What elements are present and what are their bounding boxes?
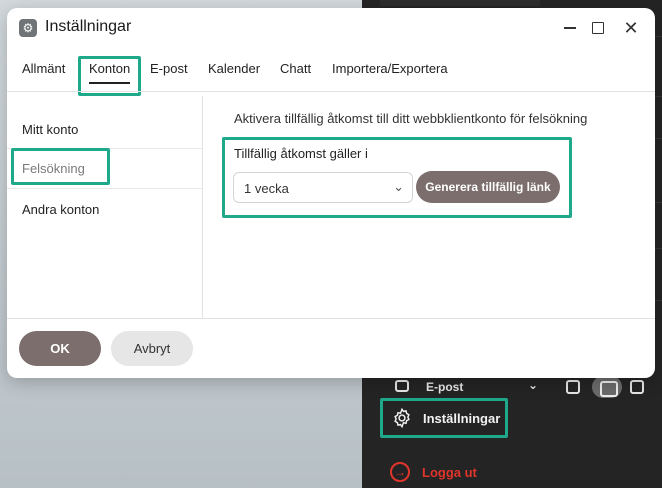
footer-divider [7, 318, 655, 319]
tab-konton[interactable]: Konton [78, 56, 142, 96]
tab-allmant[interactable]: Allmänt [22, 56, 65, 96]
list-icon[interactable] [630, 380, 644, 394]
settings-menu-item[interactable]: Inställningar [380, 398, 508, 438]
ok-button[interactable]: OK [19, 331, 101, 366]
maximize-icon [592, 22, 604, 34]
tab-bar: Allmänt Konton E-post Kalender Chatt Imp… [7, 56, 655, 96]
dialog-titlebar: ⚙ Inställningar ✕ [7, 8, 655, 48]
logout-menu-item[interactable]: → Logga ut [390, 462, 477, 482]
maximize-button[interactable] [586, 16, 610, 40]
sidebar-item-andra-konton[interactable]: Andra konton [22, 202, 99, 217]
tab-chatt[interactable]: Chatt [280, 56, 311, 96]
logout-label: Logga ut [422, 464, 477, 480]
dialog-title: Inställningar [45, 18, 132, 35]
highlight-box [11, 148, 110, 185]
sidebar-item-mitt-konto[interactable]: Mitt konto [22, 122, 78, 137]
gear-icon [394, 407, 410, 429]
settings-menu-label: Inställningar [423, 410, 501, 426]
cancel-button[interactable]: Avbryt [111, 331, 193, 366]
tab-kalender[interactable]: Kalender [208, 56, 260, 96]
settings-sidebar: Mitt konto Felsökning Andra konton [7, 96, 203, 318]
tabs-divider [7, 91, 655, 92]
logout-icon: → [390, 462, 410, 482]
close-icon: ✕ [623, 17, 639, 38]
tab-e-post[interactable]: E-post [150, 56, 188, 96]
highlight-box [222, 137, 572, 218]
panel-top-fragment [380, 0, 540, 6]
access-description: Aktivera tillfällig åtkomst till ditt we… [234, 111, 588, 126]
view-icon[interactable] [566, 380, 580, 394]
folder-icon [395, 380, 409, 392]
gear-icon: ⚙ [19, 19, 37, 37]
tab-konton-label: Konton [89, 61, 131, 84]
minimize-icon [564, 27, 576, 29]
folder-row[interactable]: E-post ⌄ [380, 376, 662, 398]
chevron-down-icon[interactable]: ⌄ [528, 378, 538, 392]
close-button[interactable]: ✕ [619, 16, 643, 40]
folder-label: E-post [426, 380, 464, 394]
settings-dialog: ⚙ Inställningar ✕ Allmänt Konton E-post … [7, 8, 655, 378]
tab-importera-exportera[interactable]: Importera/Exportera [332, 56, 448, 96]
minimize-button[interactable] [558, 16, 582, 40]
view-toggle-icon[interactable] [592, 376, 622, 398]
sidebar-divider [7, 188, 203, 189]
